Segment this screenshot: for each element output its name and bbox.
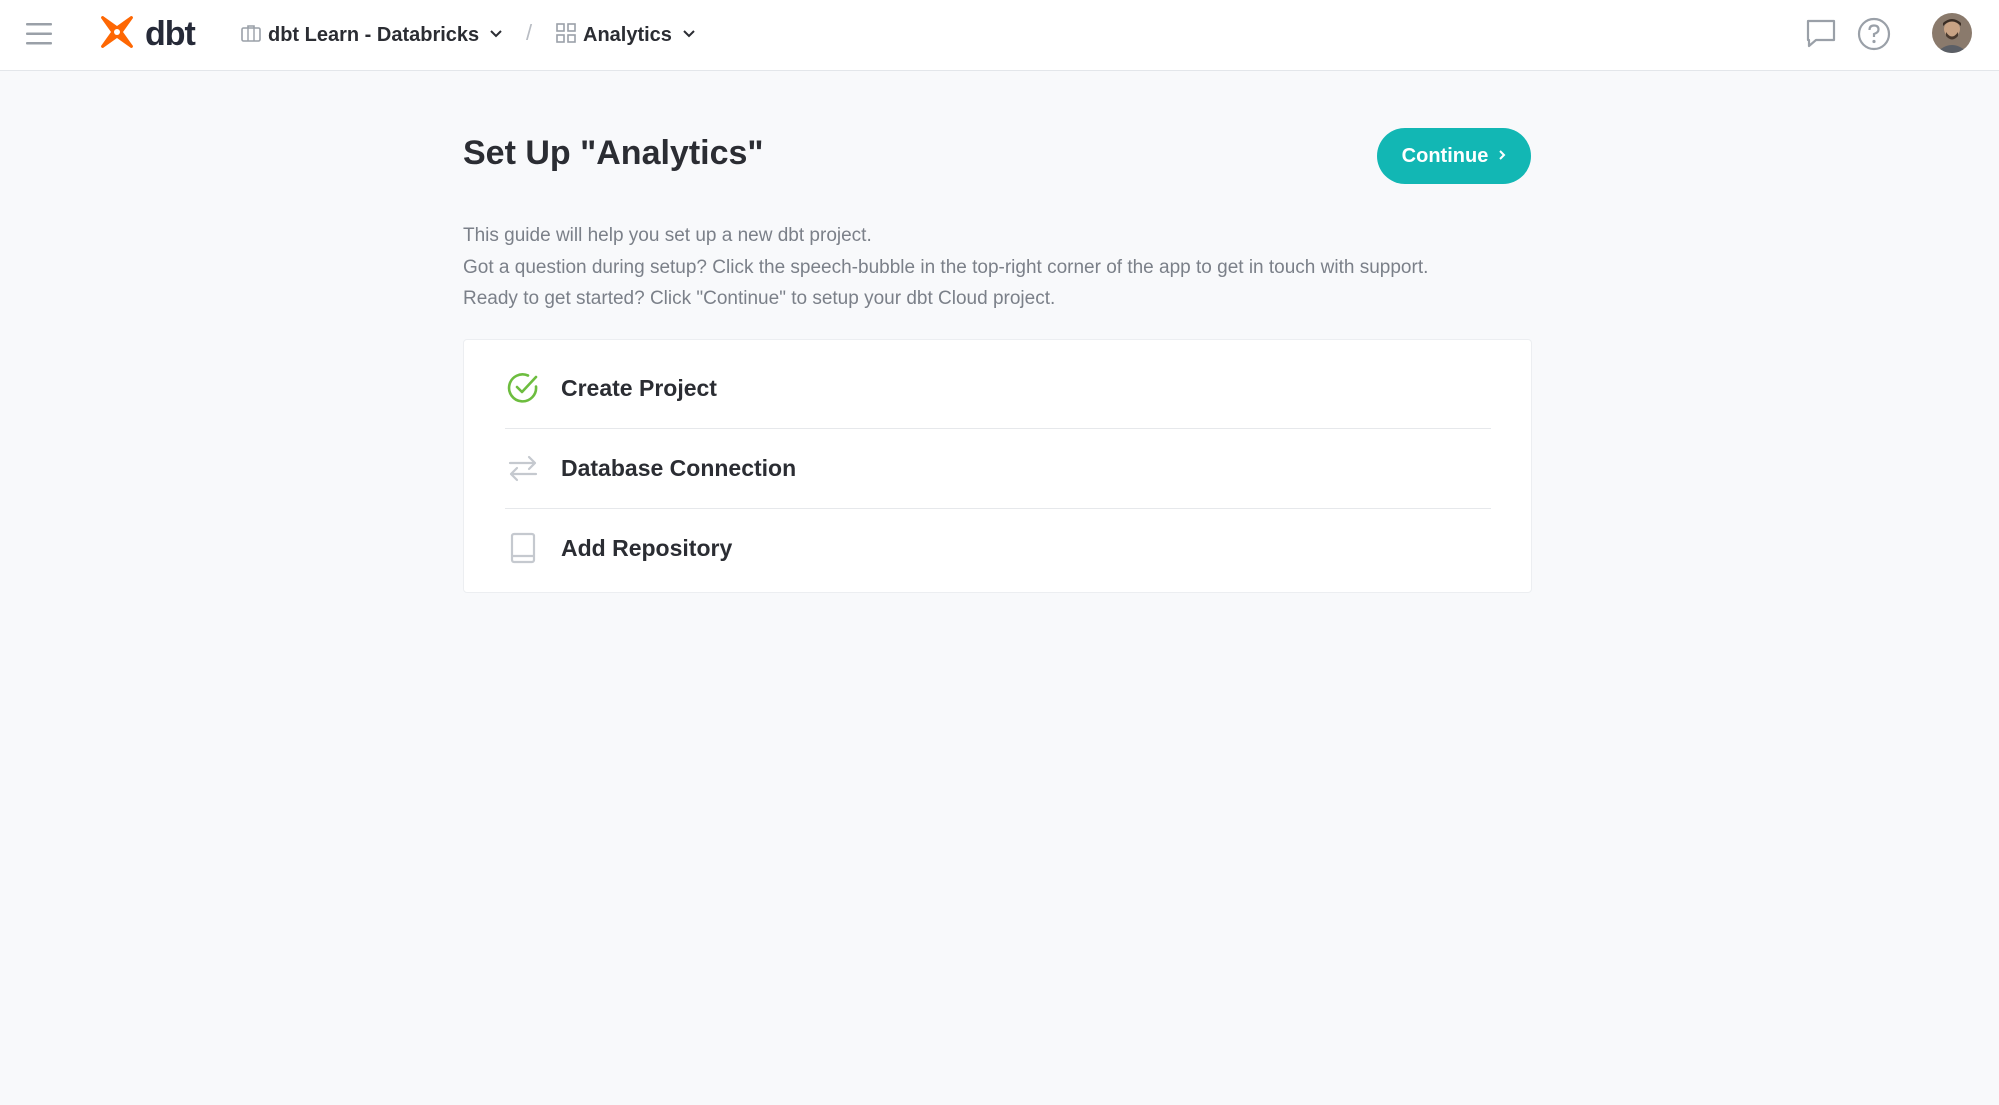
grid-icon	[555, 22, 577, 49]
intro-line: Got a question during setup? Click the s…	[463, 256, 1429, 278]
step-label: Add Repository	[561, 534, 733, 561]
top-nav-bar: dbt dbt Learn - Databricks / Analytics	[0, 0, 1999, 71]
account-switcher[interactable]: dbt Learn - Databricks	[240, 20, 503, 50]
project-name: Analytics	[583, 23, 672, 46]
check-circle-icon	[505, 370, 541, 406]
hamburger-menu-icon[interactable]	[24, 20, 56, 48]
intro-text: This guide will help you set up a new db…	[463, 220, 1428, 315]
chevron-down-icon	[682, 26, 696, 44]
briefcase-icon	[240, 22, 262, 49]
chevron-down-icon	[489, 26, 503, 44]
chevron-right-icon	[1498, 148, 1506, 164]
project-switcher[interactable]: Analytics	[555, 20, 696, 50]
step-create-project: Create Project	[505, 348, 1491, 429]
arrows-exchange-icon	[505, 450, 541, 486]
page-title: Set Up "Analytics"	[463, 134, 764, 172]
setup-steps-card: Create Project Database Connection Add R…	[463, 339, 1532, 593]
intro-line: This guide will help you set up a new db…	[463, 225, 872, 246]
logo-text: dbt	[145, 14, 196, 53]
chat-icon[interactable]	[1803, 16, 1839, 52]
dbt-logo[interactable]: dbt	[97, 12, 196, 57]
account-name: dbt Learn - Databricks	[268, 23, 480, 46]
step-label: Database Connection	[561, 454, 797, 481]
continue-button-label: Continue	[1401, 144, 1489, 167]
breadcrumb-separator: /	[526, 20, 533, 45]
step-label: Create Project	[561, 374, 717, 401]
avatar[interactable]	[1932, 13, 1972, 53]
continue-button[interactable]: Continue	[1377, 128, 1531, 184]
step-add-repository: Add Repository	[505, 508, 1491, 588]
help-icon[interactable]	[1856, 16, 1892, 52]
step-database-connection: Database Connection	[505, 428, 1491, 509]
intro-line: Ready to get started? Click "Continue" t…	[463, 288, 1056, 309]
book-icon	[505, 530, 541, 566]
dbt-logo-mark-icon	[97, 12, 137, 57]
